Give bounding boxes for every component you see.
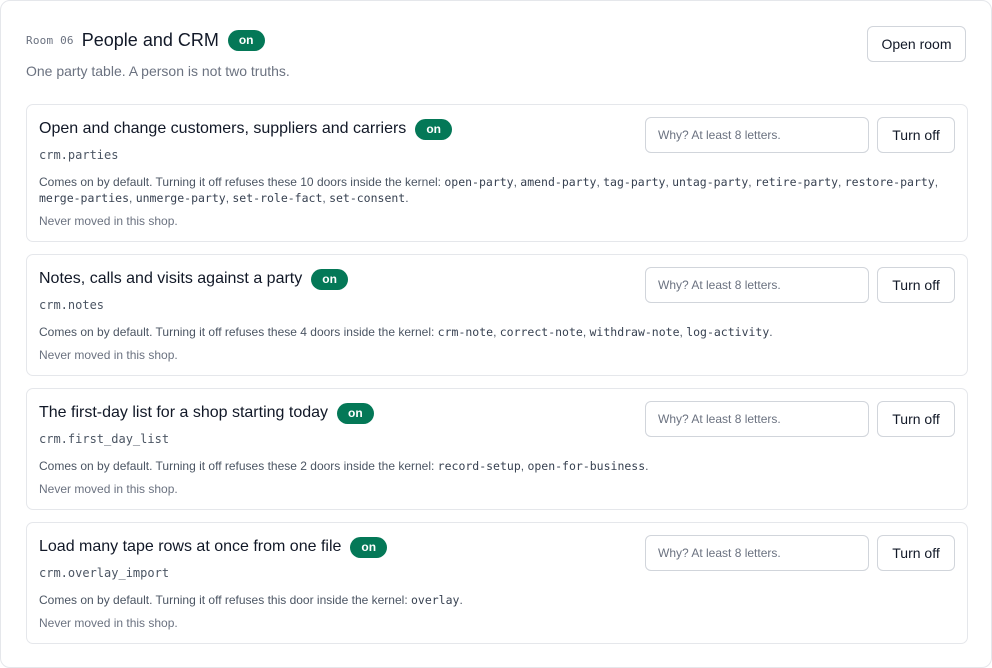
card-description: Comes on by default. Turning it off refu… [39, 459, 649, 473]
door-name: log-activity [686, 325, 770, 339]
card-description: Comes on by default. Turning it off refu… [39, 325, 773, 339]
room-title-row: Room 06 People and CRM on [26, 28, 966, 52]
card-description-text: Comes on by default. Turning it off refu… [39, 593, 411, 607]
room-subtitle: One party table. A person is not two tru… [26, 63, 290, 79]
card-title-row: Open and change customers, suppliers and… [39, 118, 452, 140]
card-description-text: Comes on by default. Turning it off refu… [39, 175, 445, 189]
card-title: Notes, calls and visits against a party [39, 270, 303, 287]
door-name: set-role-fact [232, 191, 323, 205]
door-name: retire-party [754, 175, 839, 189]
card-description-text: Comes on by default. Turning it off refu… [39, 325, 438, 339]
turn-off-button[interactable]: Turn off [877, 267, 955, 303]
card-moved-status: Never moved in this shop. [39, 616, 178, 630]
card-title: Open and change customers, suppliers and… [39, 120, 407, 137]
door-name: correct-note [499, 325, 583, 339]
room-code: Room 06 [26, 33, 74, 47]
door-name: amend-party [520, 175, 597, 189]
feature-card-overlay-import: Load many tape rows at once from one fil… [26, 522, 968, 644]
card-description: Comes on by default. Turning it off refu… [39, 593, 463, 607]
card-moved-status: Never moved in this shop. [39, 348, 178, 362]
open-room-button[interactable]: Open room [867, 26, 966, 62]
reason-input[interactable] [645, 117, 869, 153]
card-title-row: Notes, calls and visits against a party … [39, 268, 348, 290]
card-moved-status: Never moved in this shop. [39, 214, 178, 228]
card-title: Load many tape rows at once from one fil… [39, 538, 342, 555]
card-description-text: Comes on by default. Turning it off refu… [39, 459, 438, 473]
room-panel: Room 06 People and CRM on One party tabl… [0, 0, 992, 668]
door-name: crm-note [437, 325, 494, 339]
door-name: untag-party [672, 175, 749, 189]
turn-off-button[interactable]: Turn off [877, 535, 955, 571]
card-title-row: The first-day list for a shop starting t… [39, 402, 374, 424]
door-name: record-setup [437, 459, 521, 473]
card-key: crm.parties [39, 148, 119, 162]
card-key: crm.overlay_import [39, 566, 170, 580]
door-name: unmerge-party [135, 191, 226, 205]
reason-input[interactable] [645, 267, 869, 303]
reason-input[interactable] [645, 401, 869, 437]
room-header: Room 06 People and CRM on One party tabl… [26, 26, 966, 80]
door-name: set-consent [329, 191, 406, 205]
door-name: open-for-business [527, 459, 646, 473]
door-name: overlay [410, 593, 460, 607]
card-moved-status: Never moved in this shop. [39, 482, 178, 496]
door-name: withdraw-note [589, 325, 680, 339]
door-name: tag-party [603, 175, 666, 189]
card-status-badge: on [337, 402, 374, 424]
door-name: restore-party [844, 175, 935, 189]
card-status-badge: on [350, 536, 388, 558]
card-key: crm.notes [39, 298, 105, 312]
door-name: merge-parties [39, 191, 130, 205]
feature-card-parties: Open and change customers, suppliers and… [26, 104, 968, 242]
card-key: crm.first_day_list [39, 432, 170, 446]
turn-off-button[interactable]: Turn off [877, 117, 955, 153]
feature-card-notes: Notes, calls and visits against a party … [26, 254, 968, 376]
card-title-row: Load many tape rows at once from one fil… [39, 536, 388, 558]
card-description: Comes on by default. Turning it off refu… [39, 175, 939, 205]
room-title: People and CRM [81, 29, 219, 50]
card-title: The first-day list for a shop starting t… [39, 404, 329, 421]
card-status-badge: on [415, 118, 452, 140]
door-name: open-party [444, 175, 514, 189]
feature-card-first-day-list: The first-day list for a shop starting t… [26, 388, 968, 510]
reason-input[interactable] [645, 535, 869, 571]
turn-off-button[interactable]: Turn off [877, 401, 955, 437]
card-status-badge: on [311, 268, 348, 290]
room-status-badge: on [227, 29, 265, 51]
